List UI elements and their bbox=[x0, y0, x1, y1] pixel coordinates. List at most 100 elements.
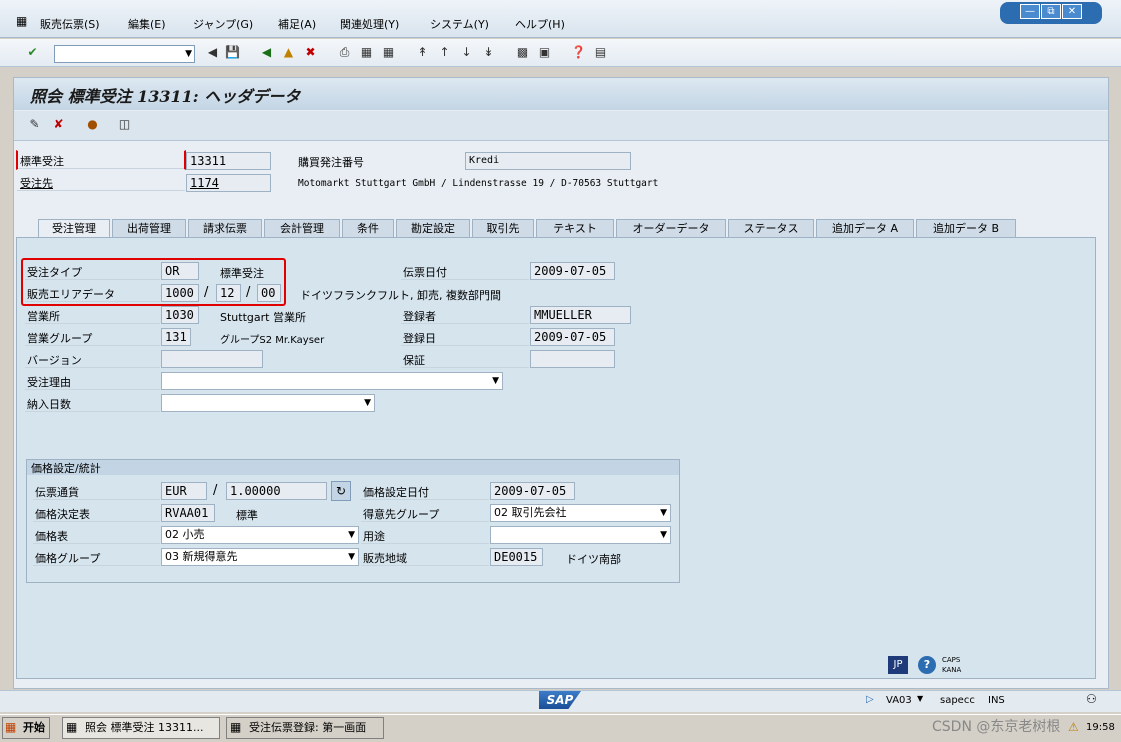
tab-conditions[interactable]: 条件 bbox=[342, 219, 394, 238]
currency-field[interactable]: EUR bbox=[161, 482, 207, 500]
tab-additional-a[interactable]: 追加データ A bbox=[816, 219, 914, 238]
sales-group-field[interactable]: 131 bbox=[161, 328, 191, 346]
menu-edit[interactable]: 編集(E) bbox=[128, 16, 166, 32]
order-reason-dropdown[interactable]: ▼ bbox=[161, 372, 503, 390]
display-change-icon[interactable]: ✎ bbox=[26, 116, 43, 133]
restore-icon[interactable]: ⧉ bbox=[1041, 4, 1061, 19]
delete-icon[interactable]: ✘ bbox=[50, 116, 67, 133]
document-flow-icon[interactable]: ◫ bbox=[116, 116, 133, 133]
menu-sales-document[interactable]: 販売伝票(S) bbox=[40, 16, 100, 32]
print-icon[interactable]: ⎙ bbox=[336, 44, 353, 61]
tab-texts[interactable]: テキスト bbox=[536, 219, 614, 238]
tab-partners[interactable]: 取引先 bbox=[472, 219, 534, 238]
created-on-field[interactable]: 2009-07-05 bbox=[530, 328, 615, 346]
command-field[interactable]: ▼ bbox=[54, 45, 195, 63]
version-field[interactable] bbox=[161, 350, 263, 368]
delivery-days-dropdown[interactable]: ▼ bbox=[161, 394, 375, 412]
warranty-field[interactable] bbox=[530, 350, 615, 368]
layout-menu-icon[interactable]: ▤ bbox=[592, 44, 609, 61]
procedure-desc: 標準 bbox=[236, 509, 258, 522]
tab-accounting[interactable]: 会計管理 bbox=[264, 219, 340, 238]
partner-icon[interactable]: ● bbox=[84, 116, 101, 133]
delivery-days-row: 納入日数 bbox=[25, 394, 160, 412]
tab-order-management[interactable]: 受注管理 bbox=[38, 219, 110, 239]
shortcut-icon[interactable]: ▣ bbox=[536, 44, 553, 61]
back-icon[interactable]: ◀ bbox=[258, 44, 275, 61]
price-list-label: 価格表 bbox=[35, 530, 68, 543]
tab-account-assignment[interactable]: 勘定設定 bbox=[396, 219, 470, 238]
usage-dropdown[interactable]: ▼ bbox=[490, 526, 671, 544]
menu-goto[interactable]: ジャンプ(G) bbox=[193, 16, 253, 32]
created-by-label: 登録者 bbox=[403, 310, 436, 323]
window-icon: ▦ bbox=[66, 720, 78, 734]
minimize-icon[interactable]: — bbox=[1020, 4, 1040, 19]
pricing-date-field[interactable]: 2009-07-05 bbox=[490, 482, 575, 500]
doc-date-field[interactable]: 2009-07-05 bbox=[530, 262, 615, 280]
order-number-field[interactable]: 13311 bbox=[186, 152, 271, 170]
tab-status[interactable]: ステータス bbox=[728, 219, 814, 238]
language-badge[interactable]: JP bbox=[888, 656, 908, 674]
create-session-icon[interactable]: ▩ bbox=[514, 44, 531, 61]
price-group-dropdown[interactable]: 03 新規得意先 ▼ bbox=[161, 548, 359, 566]
first-page-icon[interactable]: ↟ bbox=[414, 44, 431, 61]
next-page-icon[interactable]: ↓ bbox=[458, 44, 475, 61]
chevron-down-icon: ▼ bbox=[348, 552, 355, 562]
sales-office-label: 営業所 bbox=[27, 310, 60, 323]
created-by-field[interactable]: MMUELLER bbox=[530, 306, 631, 324]
price-list-dropdown[interactable]: 02 小売 ▼ bbox=[161, 526, 359, 544]
region-field[interactable]: DE0015 bbox=[490, 548, 543, 566]
help-icon[interactable]: ❓ bbox=[570, 44, 587, 61]
menu-help[interactable]: ヘルプ(H) bbox=[515, 16, 565, 32]
cust-group-dropdown[interactable]: 02 取引先会社 ▼ bbox=[490, 504, 671, 522]
procedure-field[interactable]: RVAA01 bbox=[161, 504, 215, 522]
taskbar-item-display-order[interactable]: 照会 標準受注 13311... bbox=[62, 717, 220, 739]
tab-additional-b[interactable]: 追加データ B bbox=[916, 219, 1016, 238]
sold-to-field[interactable]: 1174 bbox=[186, 174, 271, 192]
pricing-date-row: 価格設定日付 bbox=[361, 482, 489, 500]
refresh-icon[interactable]: ↻ bbox=[331, 481, 351, 501]
chevron-down-icon[interactable]: ▼ bbox=[917, 694, 923, 703]
help-circle-icon[interactable]: ? bbox=[918, 656, 936, 674]
play-icon[interactable]: ▷ bbox=[866, 694, 874, 705]
save-icon[interactable]: 💾 bbox=[224, 44, 241, 61]
tab-order-data[interactable]: オーダーデータ bbox=[616, 219, 726, 238]
insert-mode: INS bbox=[988, 695, 1005, 706]
warranty-row: 保証 bbox=[401, 350, 529, 368]
chevron-down-icon: ▼ bbox=[492, 376, 499, 386]
menu-system[interactable]: システム(Y) bbox=[430, 16, 489, 32]
chevron-down-icon: ▼ bbox=[348, 530, 355, 540]
sold-to-row: 受注先 bbox=[17, 173, 185, 191]
menu-environment[interactable]: 関連処理(Y) bbox=[340, 16, 399, 32]
focus-marker bbox=[16, 150, 186, 170]
task1-label: 照会 標準受注 13311... bbox=[85, 721, 204, 734]
expand-icon[interactable]: ◀ bbox=[204, 44, 221, 61]
windows-icon: ▦ bbox=[5, 720, 17, 734]
previous-page-icon[interactable]: ↑ bbox=[436, 44, 453, 61]
doc-date-label: 伝票日付 bbox=[403, 266, 447, 279]
enter-icon[interactable]: ✔ bbox=[24, 44, 41, 61]
taskbar-item-create-order[interactable]: 受注伝票登録: 第一画面 bbox=[226, 717, 384, 739]
sales-office-field[interactable]: 1030 bbox=[161, 306, 199, 324]
tab-billing[interactable]: 請求伝票 bbox=[188, 219, 262, 238]
sales-area-desc: ドイツフランクフルト, 卸売, 複数部門間 bbox=[300, 289, 501, 302]
tab-shipping[interactable]: 出荷管理 bbox=[112, 219, 186, 238]
exit-icon[interactable]: ▲ bbox=[280, 44, 297, 61]
sold-to-label[interactable]: 受注先 bbox=[20, 175, 53, 191]
close-icon[interactable]: ✕ bbox=[1062, 4, 1082, 19]
sales-group-desc: グループS2 Mr.Kayser bbox=[220, 335, 325, 346]
last-page-icon[interactable]: ↡ bbox=[480, 44, 497, 61]
chevron-down-icon: ▼ bbox=[660, 530, 667, 540]
cancel-icon[interactable]: ✖ bbox=[302, 44, 319, 61]
currency-row: 伝票通貨 bbox=[33, 482, 160, 500]
page-title: 照会 標準受注 13311: ヘッダデータ bbox=[30, 87, 301, 106]
menu-extras[interactable]: 補足(A) bbox=[278, 16, 316, 32]
exchange-rate-field[interactable]: 1.00000 bbox=[226, 482, 327, 500]
kana-label: KANA bbox=[942, 666, 962, 674]
find-next-icon[interactable]: ▦ bbox=[380, 44, 397, 61]
clock: 19:58 bbox=[1086, 722, 1115, 733]
watermark: CSDN @东京老树根 bbox=[932, 719, 1061, 735]
find-icon[interactable]: ▦ bbox=[358, 44, 375, 61]
po-number-field[interactable]: Kredi bbox=[465, 152, 631, 170]
menu-icon[interactable]: ▦ bbox=[16, 14, 27, 28]
lock-icon: ⚇ bbox=[1086, 692, 1097, 706]
